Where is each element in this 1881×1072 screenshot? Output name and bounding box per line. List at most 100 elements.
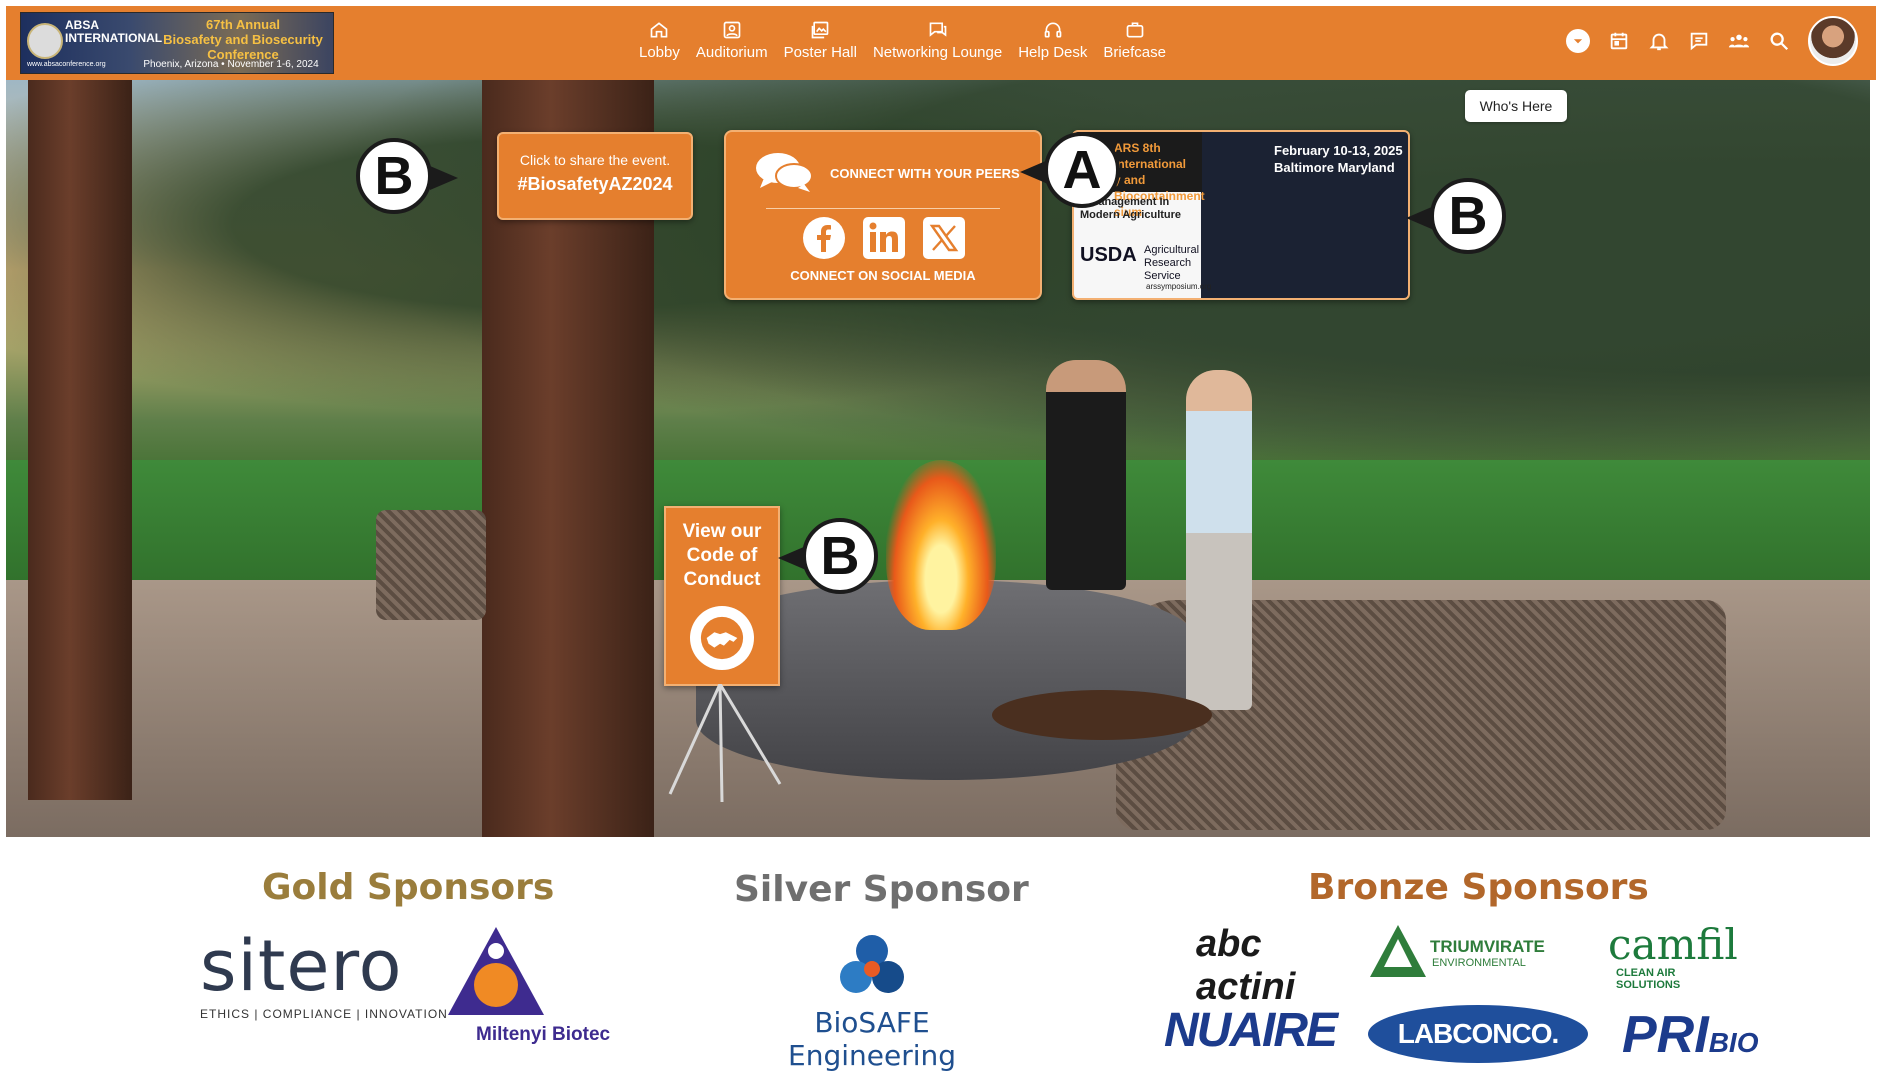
handshake-icon: [690, 606, 754, 670]
facebook-icon[interactable]: [802, 216, 846, 260]
labconco-wordmark: LABCONCO.: [1397, 1018, 1560, 1049]
nav-auditorium[interactable]: Auditorium: [688, 20, 776, 61]
callout-a-connect: A: [1020, 132, 1120, 208]
nav-networking-lounge[interactable]: Networking Lounge: [865, 20, 1010, 61]
logo-edition: 67th Annual: [206, 17, 280, 32]
nav-lobby[interactable]: Lobby: [631, 20, 688, 61]
logo-city: Phoenix, Arizona: [143, 59, 219, 70]
sponsor-nuaire[interactable]: NUAIRE: [1164, 1003, 1338, 1063]
chat-bubbles-icon: [756, 153, 813, 192]
connect-heading: CONNECT WITH YOUR PEERS: [754, 150, 1020, 196]
social-links: [802, 216, 966, 260]
nav-help-desk-label: Help Desk: [1018, 44, 1088, 61]
callout-b-share-letter: B: [374, 146, 414, 206]
sponsors-section: Gold Sponsors Silver Sponsor Bronze Spon…: [6, 837, 1870, 1072]
coc-text: View our Code of Conduct: [666, 520, 778, 592]
host-woman-figure[interactable]: [1186, 370, 1252, 710]
callout-b-conduct-letter: B: [820, 526, 860, 586]
sponsor-miltenyi[interactable]: Miltenyi Biotec: [446, 925, 626, 1046]
sponsor-triumvirate[interactable]: TRIUMVIRATE ENVIRONMENTAL: [1368, 923, 1558, 983]
fire: [886, 460, 996, 630]
sponsor-abc-actini[interactable]: abc actini: [1196, 923, 1326, 1008]
sponsor-camfil[interactable]: camfil CLEAN AIR SOLUTIONS: [1572, 923, 1742, 993]
absa-seal-icon: [27, 23, 63, 59]
nuaire-wordmark: NUAIRE: [1164, 1004, 1338, 1057]
abc-actini-wordmark: abc actini: [1196, 923, 1296, 1008]
silver-sponsor-heading: Silver Sponsor: [734, 869, 1029, 910]
gold-sponsors-heading: Gold Sponsors: [262, 867, 555, 908]
auditorium-icon: [723, 21, 741, 39]
ad-sub-line2: Modern Agriculture: [1080, 209, 1182, 221]
callout-b-conduct: B: [778, 518, 878, 594]
patio-chair-left: [376, 510, 486, 620]
connect-social-box: CONNECT WITH YOUR PEERS CONNECT ON SOCIA…: [724, 130, 1042, 300]
conference-logo-banner[interactable]: ABSA INTERNATIONAL 67th Annual Biosafety…: [20, 12, 334, 74]
nav-networking-label: Networking Lounge: [872, 44, 1003, 61]
sitero-tagline: ETHICS | COMPLIANCE | INNOVATION: [200, 1007, 448, 1021]
home-icon: [651, 22, 668, 38]
ars-line2: Research: [1144, 257, 1192, 269]
biosafe-wordmark: BioSAFE Engineering: [788, 1006, 956, 1072]
host-man-figure[interactable]: [1046, 360, 1126, 590]
logo-location: Phoenix, Arizona • November 1-6, 2024: [143, 59, 319, 70]
pri-bio-sub: BIO: [1708, 1027, 1759, 1058]
message-icon[interactable]: [1688, 30, 1710, 52]
coc-line3: Conduct: [683, 569, 761, 590]
linkedin-icon[interactable]: [862, 216, 906, 260]
logo-title: 67th Annual Biosafety and Biosecurity Co…: [153, 17, 333, 62]
wooden-pillar-left: [28, 80, 132, 800]
sponsor-biosafe[interactable]: BioSAFE Engineering: [752, 929, 992, 1072]
divider: [766, 208, 1000, 209]
utility-icons: [1566, 16, 1858, 66]
logo-org-name: ABSA INTERNATIONAL: [65, 18, 163, 45]
callout-b-ad: B: [1406, 178, 1506, 254]
sponsor-labconco[interactable]: LABCONCO.: [1368, 1005, 1588, 1063]
usda-logo: USDA: [1080, 244, 1137, 266]
camfil-wordmark: camfil: [1608, 920, 1738, 969]
connect-footer: CONNECT ON SOCIAL MEDIA: [790, 268, 976, 283]
headset-icon: [1044, 22, 1062, 38]
pri-wordmark: PRI: [1622, 1006, 1709, 1064]
x-icon[interactable]: [922, 216, 966, 260]
logo-conference: Biosafety and Biosecurity Conference: [163, 32, 323, 62]
callout-b-share: B: [356, 138, 458, 214]
easel-tripod: [668, 684, 782, 803]
nav-poster-hall[interactable]: Poster Hall: [776, 20, 865, 61]
callout-a-letter: A: [1062, 140, 1102, 200]
calendar-icon[interactable]: [1608, 30, 1630, 52]
ad-url: arssymposium.org: [1146, 282, 1212, 291]
nav-help-desk[interactable]: Help Desk: [1010, 20, 1095, 61]
caret-down-icon[interactable]: [1566, 29, 1590, 53]
bronze-sponsors-heading: Bronze Sponsors: [1308, 867, 1649, 908]
ars-line1: Agricultural: [1144, 244, 1200, 256]
side-table: [992, 690, 1212, 740]
sponsor-pri-bio[interactable]: PRIBIO: [1622, 1007, 1762, 1067]
nav-poster-hall-label: Poster Hall: [783, 44, 857, 61]
whos-here-button[interactable]: Who's Here: [1465, 90, 1567, 122]
triumvirate-triangle-icon: [1370, 925, 1426, 977]
nav-briefcase-label: Briefcase: [1103, 44, 1166, 61]
bell-icon[interactable]: [1648, 30, 1670, 52]
coc-line1: View our: [682, 521, 762, 542]
camfil-sub: CLEAN AIR SOLUTIONS: [1616, 967, 1681, 991]
logo-dates: November 1-6, 2024: [227, 59, 319, 70]
nav-briefcase[interactable]: Briefcase: [1095, 20, 1174, 61]
callout-pointer: [430, 166, 458, 190]
sponsor-sitero[interactable]: sitero ETHICS | COMPLIANCE | INNOVATION: [200, 931, 448, 1021]
share-event-box[interactable]: Click to share the event. #BiosafetyAZ20…: [497, 132, 693, 220]
chat-icon: [929, 22, 946, 37]
share-prompt: Click to share the event.: [519, 152, 671, 168]
avatar[interactable]: [1808, 16, 1858, 66]
triumvirate-wordmark: TRIUMVIRATE: [1430, 937, 1545, 956]
search-icon[interactable]: [1768, 30, 1790, 52]
logo-url: www.absaconference.org: [27, 61, 106, 68]
top-navigation-bar: ABSA INTERNATIONAL 67th Annual Biosafety…: [6, 6, 1876, 80]
sitero-wordmark: sitero: [200, 925, 403, 1007]
briefcase-icon: [1126, 22, 1144, 38]
nav-auditorium-label: Auditorium: [695, 44, 768, 61]
people-icon[interactable]: [1728, 30, 1750, 52]
ad-city: Baltimore Maryland: [1274, 160, 1395, 175]
code-of-conduct-board[interactable]: View our Code of Conduct: [664, 506, 780, 686]
biosafe-swirl-icon: [840, 935, 904, 993]
ars-symposium-ad-board[interactable]: ARS 8th International y and Biocontainme…: [1072, 130, 1410, 300]
